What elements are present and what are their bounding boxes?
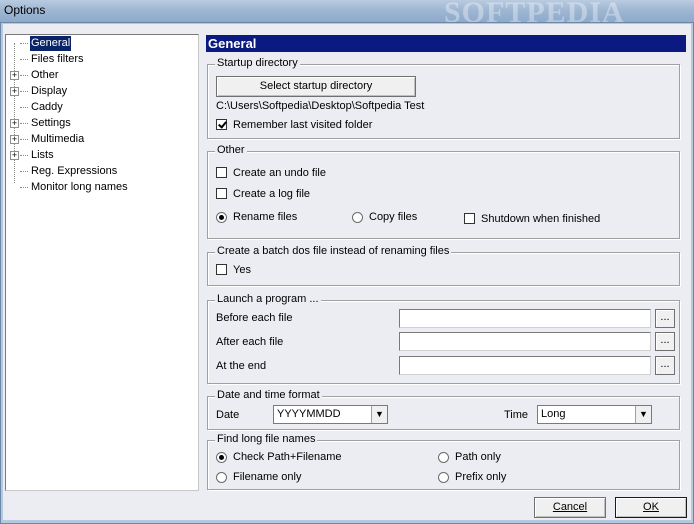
group-legend: Startup directory: [215, 57, 300, 69]
tree-connector: [20, 59, 28, 60]
group-legend: Other: [215, 144, 247, 156]
path-only-radio[interactable]: [438, 452, 449, 463]
ok-button[interactable]: OK: [615, 497, 687, 518]
date-format-select[interactable]: YYYYMMDD ▼: [273, 405, 388, 424]
time-format-value: Long: [541, 408, 566, 420]
date-format-value: YYYYMMDD: [277, 408, 341, 420]
cancel-button[interactable]: Cancel: [534, 497, 606, 518]
tree-item-label: Monitor long names: [31, 181, 128, 193]
tree-item-label: Display: [31, 85, 68, 97]
tree-item-label: Files filters: [31, 53, 84, 65]
tree-connector: [20, 43, 28, 44]
copy-files-label: Copy files: [369, 211, 418, 223]
tree-connector: [20, 107, 28, 108]
filename-only-label: Filename only: [233, 471, 302, 483]
tree-connector: [20, 91, 28, 92]
tree-item-label: Reg. Expressions: [31, 165, 118, 177]
undo-file-checkbox[interactable]: [216, 167, 227, 178]
filename-only-radio[interactable]: [216, 472, 227, 483]
prefix-only-radio[interactable]: [438, 472, 449, 483]
time-label: Time: [504, 409, 529, 421]
chevron-down-icon: ▼: [635, 406, 651, 423]
startup-path: C:\Users\Softpedia\Desktop\Softpedia Tes…: [216, 100, 425, 112]
options-tree[interactable]: General Files filters + Other + Display …: [5, 34, 199, 491]
tree-item-label: Other: [31, 69, 59, 81]
at-the-end-browse-button[interactable]: ...: [655, 356, 675, 375]
tree-item-label: Caddy: [31, 101, 63, 113]
expand-icon[interactable]: +: [10, 135, 19, 144]
check-path-filename-label: Check Path+Filename: [233, 451, 342, 463]
copy-files-radio[interactable]: [352, 212, 363, 223]
expand-icon[interactable]: +: [10, 119, 19, 128]
group-legend: Create a batch dos file instead of renam…: [215, 245, 452, 257]
at-the-end-label: At the end: [216, 360, 267, 372]
tree-connector-line: [14, 43, 15, 183]
after-each-file-browse-button[interactable]: ...: [655, 332, 675, 351]
tree-item-label: Lists: [31, 149, 54, 161]
check-path-filename-radio[interactable]: [216, 452, 227, 463]
tree-connector: [20, 75, 28, 76]
select-startup-directory-button[interactable]: Select startup directory: [216, 76, 416, 97]
batch-file-group: Create a batch dos file instead of renam…: [207, 245, 680, 286]
expand-icon[interactable]: +: [10, 71, 19, 80]
title-bar[interactable]: Options SOFTPEDIA: [0, 0, 694, 22]
window-title: Options: [4, 3, 46, 17]
chevron-down-icon: ▼: [371, 406, 387, 423]
tree-connector: [20, 139, 28, 140]
log-file-checkbox[interactable]: [216, 188, 227, 199]
tree-connector: [20, 155, 28, 156]
batch-yes-checkbox[interactable]: [216, 264, 227, 275]
batch-yes-label: Yes: [233, 264, 251, 276]
log-file-label: Create a log file: [233, 188, 311, 200]
before-each-file-browse-button[interactable]: ...: [655, 309, 675, 328]
tree-connector: [20, 123, 28, 124]
after-each-file-input[interactable]: [399, 332, 651, 351]
before-each-file-input[interactable]: [399, 309, 651, 328]
section-header: General: [206, 35, 686, 52]
rename-files-radio[interactable]: [216, 212, 227, 223]
after-each-file-label: After each file: [216, 336, 284, 348]
tree-item-label: Multimedia: [31, 133, 85, 145]
expand-icon[interactable]: +: [10, 87, 19, 96]
group-legend: Launch a program ...: [215, 293, 321, 305]
undo-file-label: Create an undo file: [233, 167, 326, 179]
date-label: Date: [216, 409, 240, 421]
prefix-only-label: Prefix only: [455, 471, 507, 483]
shutdown-checkbox[interactable]: [464, 213, 475, 224]
expand-icon[interactable]: +: [10, 151, 19, 160]
time-format-select[interactable]: Long ▼: [537, 405, 652, 424]
group-legend: Find long file names: [215, 433, 318, 445]
tree-connector: [20, 171, 28, 172]
remember-folder-checkbox[interactable]: [216, 119, 227, 130]
options-window: Options SOFTPEDIA General Files filters …: [0, 0, 694, 524]
path-only-label: Path only: [455, 451, 501, 463]
tree-item-label: Settings: [31, 117, 71, 129]
remember-folder-label: Remember last visited folder: [233, 119, 373, 131]
shutdown-label: Shutdown when finished: [481, 213, 601, 225]
group-legend: Date and time format: [215, 389, 322, 401]
rename-files-label: Rename files: [233, 211, 298, 223]
at-the-end-input[interactable]: [399, 356, 651, 375]
tree-connector: [20, 187, 28, 188]
tree-item-label: General: [28, 35, 73, 52]
before-each-file-label: Before each file: [216, 312, 293, 324]
softpedia-watermark: SOFTPEDIA: [444, 0, 625, 22]
